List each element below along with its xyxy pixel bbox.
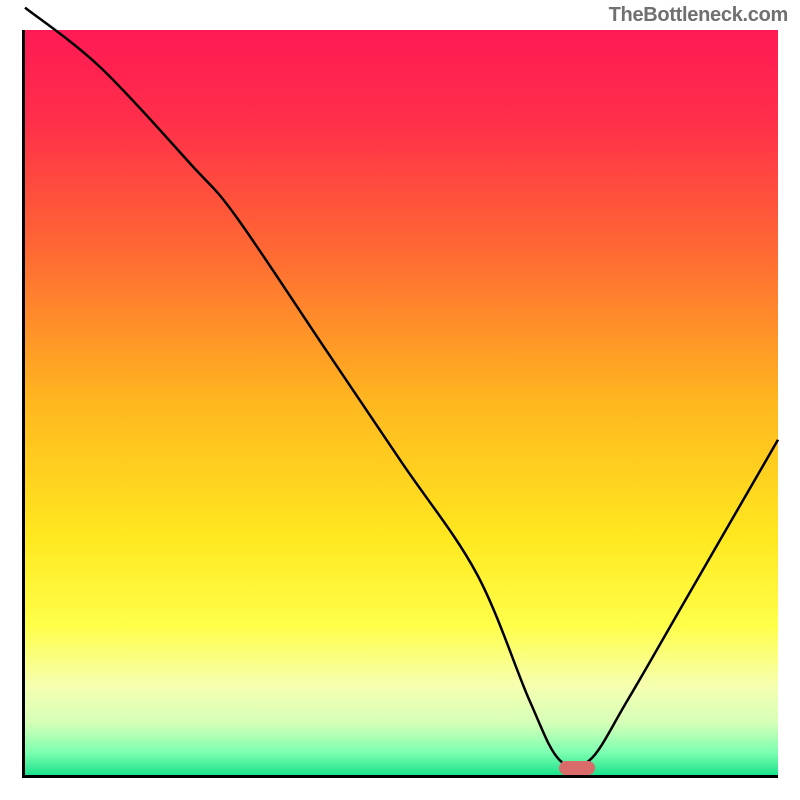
optimal-marker bbox=[559, 761, 595, 775]
watermark-text: TheBottleneck.com bbox=[609, 4, 788, 27]
bottleneck-curve bbox=[25, 30, 778, 775]
plot-area bbox=[22, 30, 778, 778]
